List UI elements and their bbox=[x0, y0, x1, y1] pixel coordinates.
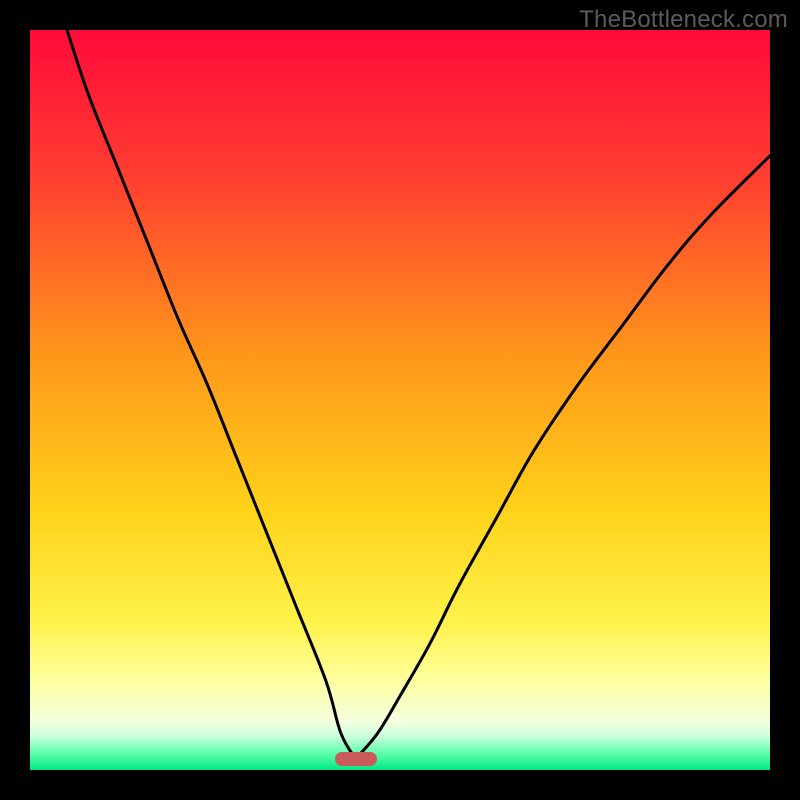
curves-layer bbox=[30, 30, 770, 770]
bottleneck-marker bbox=[335, 752, 377, 766]
left-curve bbox=[67, 30, 356, 759]
right-curve bbox=[356, 156, 770, 759]
watermark-label: TheBottleneck.com bbox=[579, 6, 788, 34]
chart-frame: TheBottleneck.com bbox=[0, 0, 800, 800]
plot-area bbox=[30, 30, 770, 770]
